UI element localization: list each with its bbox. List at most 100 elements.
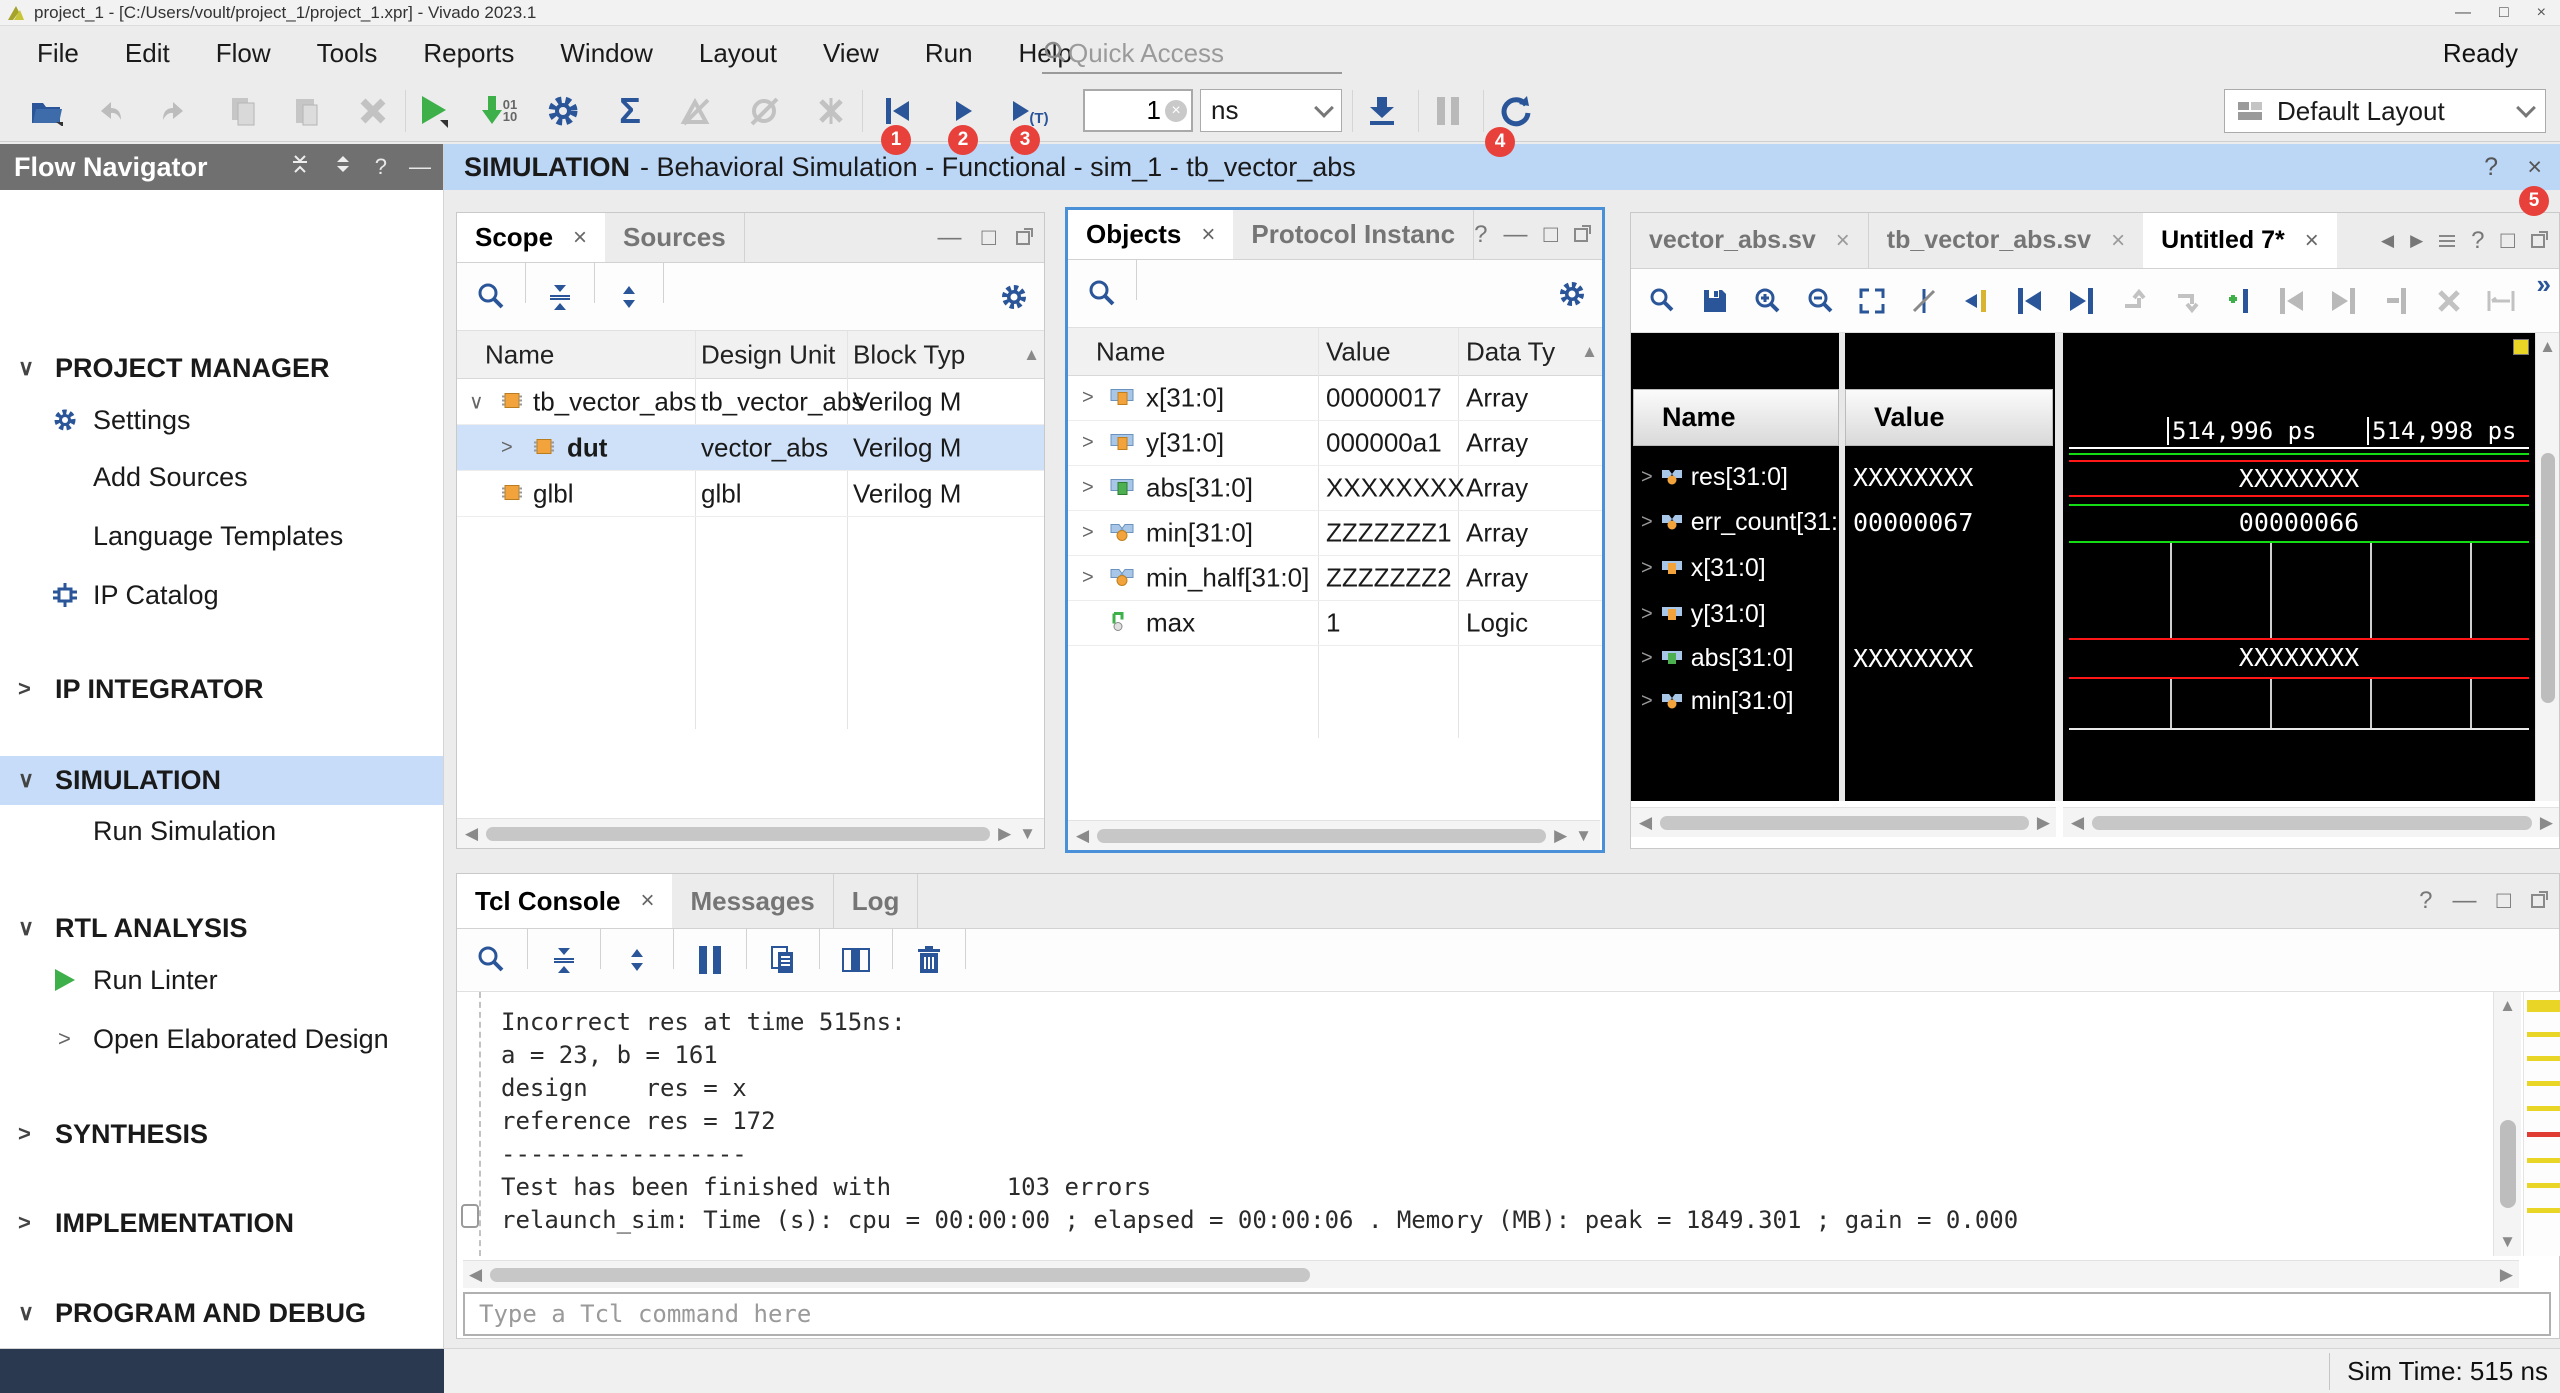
scope-row-glbl[interactable]: glbl glbl Verilog M: [457, 471, 1044, 517]
tab-protocol-instances[interactable]: Protocol Instanc: [1233, 210, 1473, 259]
sidebar-section-rtl-analysis[interactable]: ∨RTL ANALYSIS: [0, 906, 443, 950]
toolbar-overflow-icon[interactable]: »: [2537, 269, 2551, 300]
help-icon[interactable]: ?: [375, 154, 387, 180]
scope-row-dut-selected[interactable]: > dut vector_abs Verilog M: [457, 425, 1044, 471]
scroll-up-icon[interactable]: ▲: [1581, 342, 1598, 362]
tab-scope[interactable]: Scope×: [457, 213, 605, 262]
tab-list-icon[interactable]: [2439, 240, 2455, 242]
relaunch-icon[interactable]: [1498, 92, 1534, 130]
settings-gear-icon[interactable]: [994, 278, 1034, 316]
clear-console-icon[interactable]: [909, 941, 949, 979]
console-output[interactable]: Incorrect res at time 515ns:a = 23, b = …: [457, 992, 2487, 1256]
tcl-command-input[interactable]: [465, 1300, 2549, 1328]
sidebar-section-program-and-debug[interactable]: ∨PROGRAM AND DEBUG: [0, 1291, 443, 1335]
menu-file[interactable]: File: [14, 32, 102, 75]
layout-selector-dropdown[interactable]: Default Layout: [2224, 89, 2546, 133]
run-for-time-icon[interactable]: (T): [1008, 92, 1054, 130]
sidebar-item-settings[interactable]: Settings: [0, 398, 443, 442]
minimize-panel-icon[interactable]: —: [409, 154, 431, 180]
warning-mark[interactable]: [2527, 1000, 2560, 1012]
clear-value-icon[interactable]: ×: [1165, 100, 1187, 122]
toggle-columns-icon[interactable]: [836, 941, 876, 979]
maximize-panel-icon[interactable]: □: [2497, 887, 2512, 915]
console-marker-strip[interactable]: [2523, 992, 2560, 1256]
tab-vector-abs-sv[interactable]: vector_abs.sv×: [1631, 213, 1868, 268]
next-transition-icon[interactable]: [2065, 282, 2099, 320]
quick-access-search[interactable]: [1042, 34, 1342, 74]
sidebar-item-ip-catalog[interactable]: IP Catalog: [0, 573, 443, 617]
objects-row-max[interactable]: max 1 Logic: [1068, 601, 1602, 646]
marker-flag-icon[interactable]: [2513, 339, 2529, 355]
expand-all-icon[interactable]: [617, 941, 657, 979]
tab-objects[interactable]: Objects×: [1068, 210, 1233, 259]
wave-value-column-header[interactable]: Value: [1845, 389, 2053, 446]
copy-output-icon[interactable]: [763, 941, 803, 979]
close-tab-icon[interactable]: ×: [1201, 221, 1215, 249]
scroll-left-icon[interactable]: ◀: [465, 824, 478, 844]
maximize-panel-icon[interactable]: □: [982, 224, 997, 252]
minimize-panel-icon[interactable]: —: [938, 224, 962, 252]
menu-flow[interactable]: Flow: [193, 32, 294, 75]
sidebar-item-run-linter[interactable]: Run Linter: [0, 958, 443, 1002]
sidebar-item-open-elaborated-design[interactable]: >Open Elaborated Design: [0, 1017, 443, 1061]
close-tab-icon[interactable]: ×: [2111, 227, 2125, 255]
generate-bitstream-icon[interactable]: 0110: [479, 92, 515, 130]
settings-gear-icon[interactable]: [545, 92, 581, 130]
window-minimize-button[interactable]: —: [2455, 4, 2471, 22]
window-maximize-button[interactable]: □: [2499, 4, 2509, 22]
scroll-down-icon[interactable]: ▼: [1575, 826, 1592, 846]
wave-signal-res[interactable]: >res[31:0]: [1631, 455, 1839, 499]
menu-reports[interactable]: Reports: [400, 32, 537, 75]
previous-transition-icon[interactable]: [2012, 282, 2046, 320]
float-panel-icon[interactable]: [1016, 231, 1030, 245]
maximize-panel-icon[interactable]: □: [1544, 221, 1559, 249]
wave-plot-area[interactable]: 514,996 ps 514,998 ps XXXXXXXX 00000066 …: [2063, 333, 2535, 801]
menu-run[interactable]: Run: [902, 32, 996, 75]
help-icon[interactable]: ?: [1474, 221, 1487, 249]
objects-horizontal-scrollbar[interactable]: ◀ ▶ ▼: [1068, 820, 1600, 850]
warning-mark[interactable]: [2527, 1056, 2560, 1061]
pause-output-icon[interactable]: [690, 941, 730, 979]
scroll-left-icon[interactable]: ◀: [2071, 813, 2084, 833]
console-vertical-scrollbar[interactable]: ▲ ▼: [2493, 992, 2521, 1256]
warning-mark[interactable]: [2527, 1032, 2560, 1037]
sidebar-item-run-simulation[interactable]: Run Simulation: [0, 809, 443, 853]
warning-mark[interactable]: [2527, 1183, 2560, 1188]
menu-layout[interactable]: Layout: [676, 32, 800, 75]
sigma-report-icon[interactable]: Σ: [612, 92, 648, 130]
menu-window[interactable]: Window: [537, 32, 675, 75]
expand-collapse-icon[interactable]: [333, 154, 353, 180]
go-to-time-icon[interactable]: [1960, 282, 1994, 320]
scroll-down-icon[interactable]: ▼: [2499, 1232, 2516, 1252]
scroll-down-icon[interactable]: ▼: [1019, 824, 1036, 844]
scroll-right-icon[interactable]: ▶: [1554, 826, 1567, 846]
scope-table-header[interactable]: Name Design Unit Block Typ ▲: [457, 331, 1044, 379]
float-panel-icon[interactable]: [1574, 228, 1588, 242]
scroll-left-icon[interactable]: ◀: [1076, 826, 1089, 846]
objects-row-abs[interactable]: > abs[31:0] XXXXXXXX Array: [1068, 466, 1602, 511]
zoom-fit-icon[interactable]: [1855, 282, 1889, 320]
sidebar-section-ip-integrator[interactable]: >IP INTEGRATOR: [0, 667, 443, 711]
help-icon[interactable]: ?: [2471, 227, 2484, 255]
menu-view[interactable]: View: [800, 32, 902, 75]
wave-signal-y[interactable]: >y[31:0]: [1631, 592, 1839, 636]
maximize-panel-icon[interactable]: □: [2501, 227, 2516, 255]
warning-mark[interactable]: [2527, 1158, 2560, 1163]
collapse-all-icon[interactable]: [289, 154, 311, 180]
sidebar-section-project-manager[interactable]: ∨PROJECT MANAGER: [0, 346, 443, 390]
wave-plot-horizontal-scrollbar[interactable]: ◀ ▶: [2063, 807, 2559, 837]
scroll-up-icon[interactable]: ▲: [2539, 337, 2556, 357]
tcl-command-field[interactable]: [463, 1292, 2551, 1336]
tab-log[interactable]: Log: [834, 874, 918, 928]
sim-time-value-field[interactable]: ×: [1083, 89, 1193, 132]
close-tab-icon[interactable]: ×: [1836, 227, 1850, 255]
search-icon[interactable]: [1082, 275, 1122, 313]
settings-gear-icon[interactable]: [1552, 275, 1592, 313]
wave-signal-min[interactable]: >min[31:0]: [1631, 679, 1839, 723]
wave-vertical-scrollbar[interactable]: ▲: [2535, 333, 2559, 801]
wave-name-horizontal-scrollbar[interactable]: ◀ ▶: [1631, 807, 2056, 837]
add-marker-icon[interactable]: [2222, 282, 2256, 320]
close-tab-icon[interactable]: ×: [2305, 227, 2319, 255]
float-panel-icon[interactable]: [2531, 234, 2545, 248]
tab-tb-vector-abs-sv[interactable]: tb_vector_abs.sv×: [1869, 213, 2143, 268]
